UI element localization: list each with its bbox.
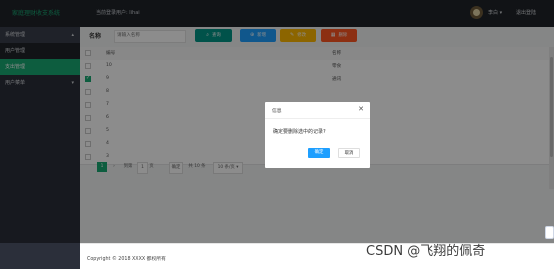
dialog-header: 信息 ✕ (265, 102, 370, 119)
dialog-title: 信息 (272, 109, 282, 114)
confirm-button[interactable]: 确定 (308, 148, 330, 158)
cancel-button[interactable]: 取消 (338, 148, 360, 158)
copyright-text: Copyright © 2018 XXXX 都权所有 (87, 257, 166, 262)
sidebar-footer (0, 243, 80, 269)
watermark: CSDN @飞翔的佩奇 (366, 244, 486, 259)
confirm-dialog: 信息 ✕ 确定要删除选中的记录? 确定 取消 (265, 102, 370, 168)
close-icon[interactable]: ✕ (358, 105, 364, 113)
side-tool-icon[interactable] (545, 226, 554, 239)
dialog-message: 确定要删除选中的记录? (273, 129, 326, 135)
